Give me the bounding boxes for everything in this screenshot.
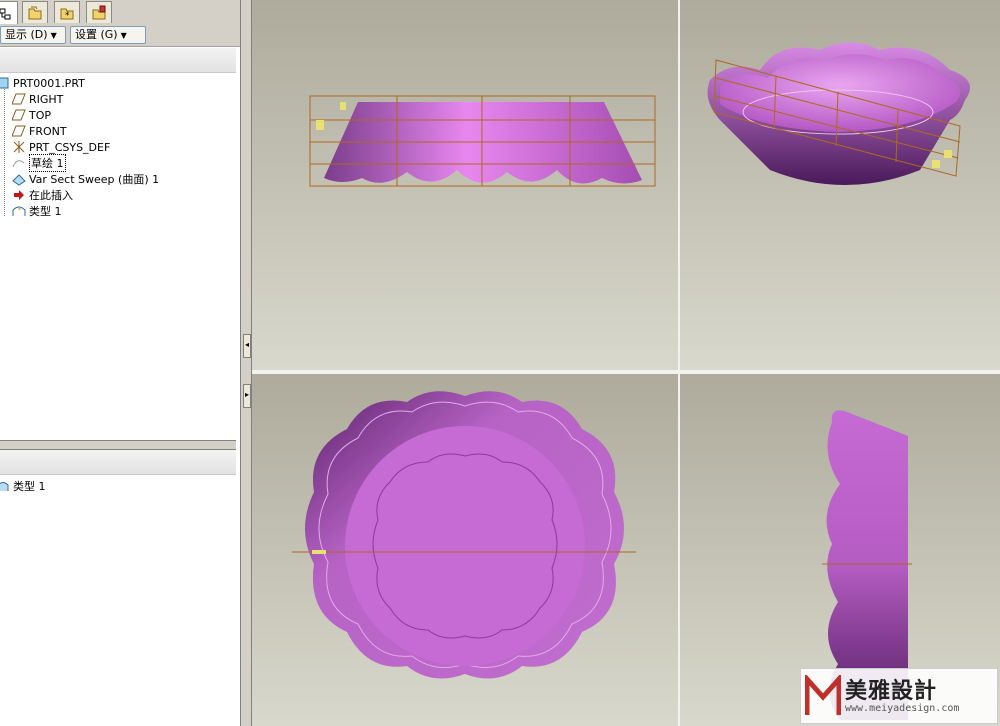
- tree-item-label: TOP: [29, 108, 52, 122]
- lower-tree-item-label: 类型 1: [13, 480, 46, 493]
- navigator-tabs: *: [0, 0, 240, 25]
- connections-icon: [92, 5, 106, 19]
- viewport-divider-horizontal: [252, 370, 1000, 374]
- tree-item-label: PRT_CSYS_DEF: [29, 140, 111, 154]
- style-feature-icon: *: [12, 204, 26, 218]
- show-menu-button[interactable]: 显示 (D) ▼: [0, 26, 66, 44]
- layer-tree-header: [0, 450, 236, 475]
- tree-item-label: 在此插入: [29, 189, 73, 202]
- datum-plane-icon: [12, 108, 26, 122]
- coordinate-system-icon: [12, 140, 26, 154]
- sketch-icon: [12, 156, 26, 170]
- tree-item-right[interactable]: RIGHT: [12, 91, 63, 107]
- tree-menu-bar: 显示 (D) ▼ 设置 (G) ▼: [0, 24, 240, 47]
- chevron-down-icon: ▼: [120, 31, 127, 40]
- viewport-front[interactable]: [252, 0, 678, 370]
- isometric-view-render: [707, 42, 970, 185]
- tree-item-front[interactable]: FRONT: [12, 123, 67, 139]
- panel-splitter[interactable]: [0, 440, 236, 450]
- viewport-top[interactable]: [252, 374, 678, 726]
- tree-item-label: Var Sect Sweep (曲面) 1: [29, 173, 160, 186]
- meiya-logo-icon: [805, 675, 841, 715]
- tree-connector-line: [4, 86, 6, 216]
- datum-tags: [316, 102, 346, 130]
- sweep-surface-icon: [12, 172, 26, 186]
- front-view-render: [309, 95, 656, 187]
- style-feature-icon: [0, 479, 10, 493]
- viewport-isometric[interactable]: [680, 0, 1000, 370]
- tree-item-sketch[interactable]: 草绘 1: [12, 154, 66, 172]
- tree-item-label: 草绘 1: [29, 154, 66, 172]
- datum-tag: [312, 550, 326, 554]
- favorites-icon: *: [60, 8, 74, 21]
- tree-item-label: RIGHT: [29, 92, 64, 106]
- show-menu-label: 显示 (D): [5, 28, 48, 41]
- tree-item-label: FRONT: [29, 124, 67, 138]
- viewport-divider-vertical: [678, 0, 680, 726]
- model-tree-panel: * 显示 (D) ▼ 设置 (G) ▼ PRT0001.PRT RIGHT TOP …: [0, 0, 241, 726]
- svg-text:*: *: [18, 206, 22, 214]
- tree-item-var-sect-sweep[interactable]: Var Sect Sweep (曲面) 1: [12, 171, 159, 187]
- tree-root-label: PRT0001.PRT: [13, 76, 85, 90]
- datum-tags: [932, 150, 952, 168]
- chevron-down-icon: ▼: [50, 31, 57, 40]
- datum-plane-icon: [12, 92, 26, 106]
- insert-arrow-icon: [12, 188, 26, 202]
- tree-item-insert-here[interactable]: 在此插入: [12, 187, 73, 203]
- tree-item-style[interactable]: * 类型 1: [12, 203, 62, 219]
- tab-favorites[interactable]: *: [54, 1, 80, 23]
- top-view-render: [292, 391, 636, 679]
- expand-right-icon[interactable]: ▸: [243, 384, 251, 408]
- model-tree-icon: [0, 8, 11, 19]
- watermark-url: www.meiyadesign.com: [845, 703, 960, 714]
- watermark-logo: 美雅設計 www.meiyadesign.com: [800, 668, 998, 724]
- tree-root[interactable]: PRT0001.PRT: [0, 75, 85, 91]
- datum-plane-icon: [12, 124, 26, 138]
- tree-item-top[interactable]: TOP: [12, 107, 51, 123]
- svg-text:*: *: [65, 11, 70, 21]
- watermark-brand: 美雅設計: [845, 678, 938, 704]
- tree-item-csys[interactable]: PRT_CSYS_DEF: [12, 139, 110, 155]
- tree-column-header: [0, 48, 236, 73]
- tab-connections[interactable]: [86, 1, 112, 23]
- collapse-left-icon[interactable]: ◂: [243, 334, 251, 358]
- settings-menu-button[interactable]: 设置 (G) ▼: [70, 26, 146, 44]
- folder-icon: [28, 6, 42, 19]
- lower-tree-item[interactable]: 类型 1: [0, 478, 46, 494]
- settings-menu-label: 设置 (G): [75, 28, 118, 41]
- tree-item-label: 类型 1: [29, 205, 62, 218]
- part-icon: [0, 76, 10, 90]
- panel-sash[interactable]: ◂ ▸: [240, 0, 252, 726]
- tab-model-tree[interactable]: [0, 1, 18, 25]
- tab-folder-browser[interactable]: [22, 1, 48, 23]
